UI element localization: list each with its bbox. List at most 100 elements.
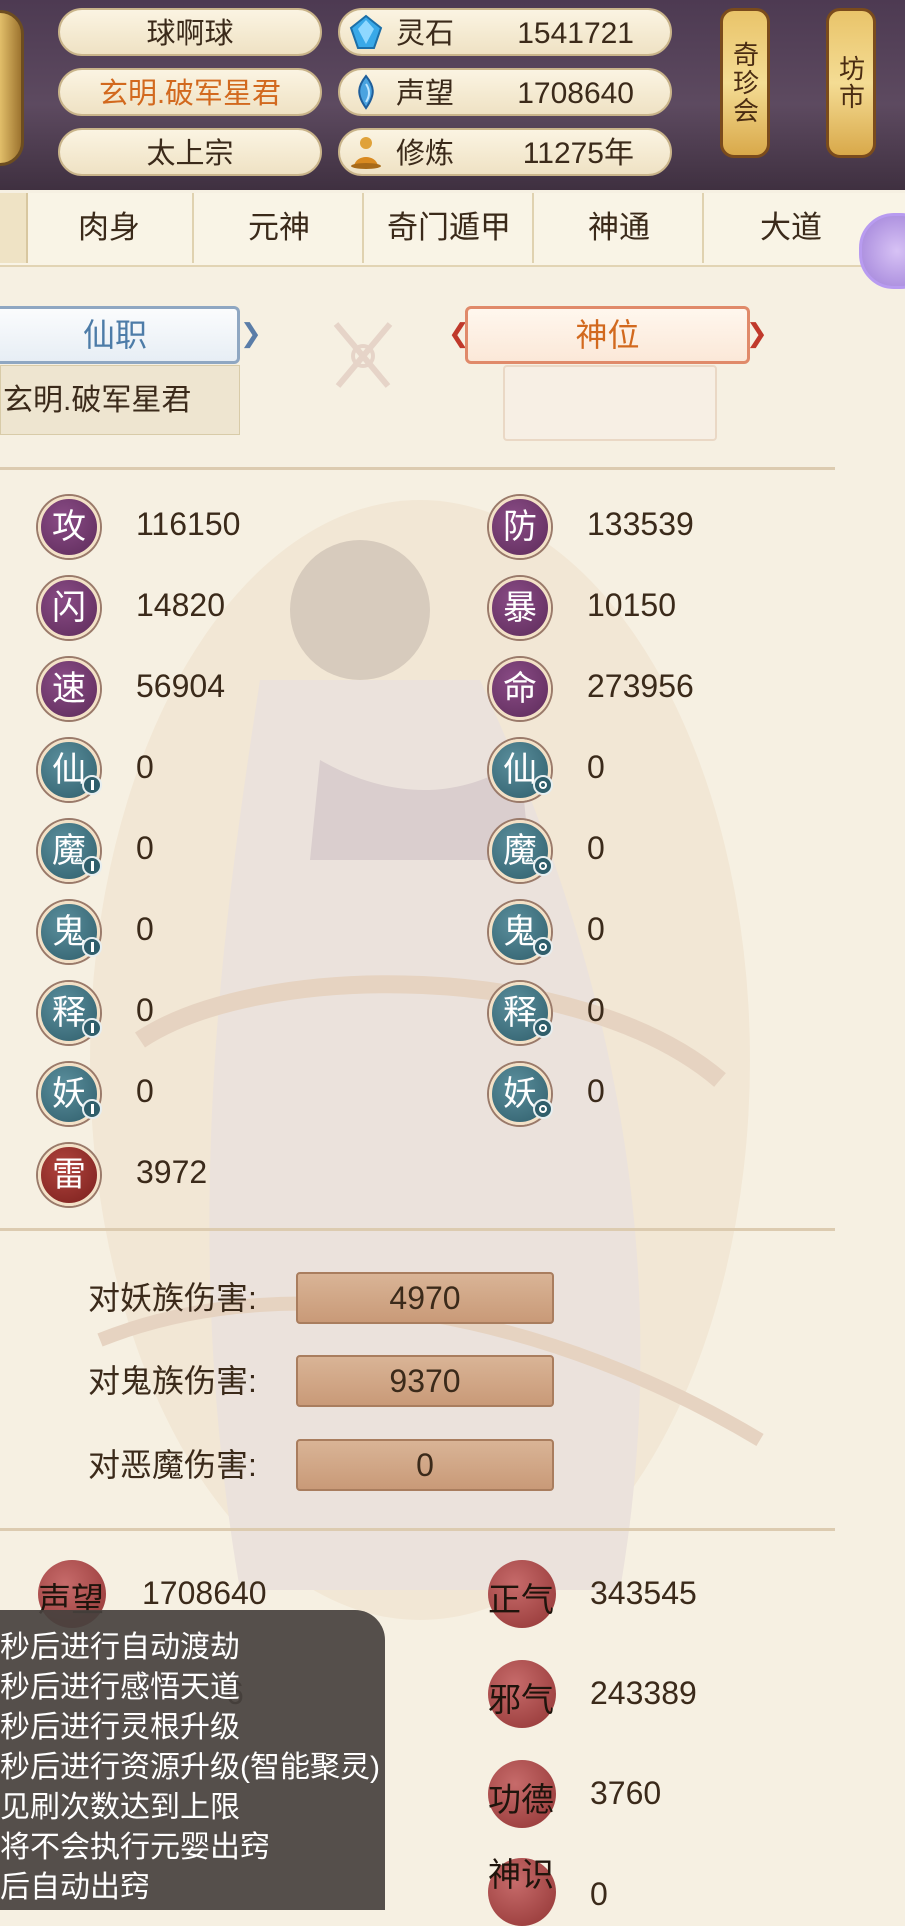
- currency-prestige: 声望 1708640: [338, 68, 672, 116]
- bottom-stat-label: 神识: [488, 1856, 554, 1893]
- stat-value: 14820: [136, 587, 225, 623]
- log-line: 秒后进行资源升级(智能聚灵): [0, 1751, 380, 1784]
- currency-label: 灵石: [396, 18, 455, 50]
- tab-partial[interactable]: [0, 193, 28, 263]
- attribute-tabs: 肉身 元神 奇门遁甲 神通 大道: [0, 193, 905, 289]
- divider: [0, 1228, 835, 1231]
- shield-icon[interactable]: [533, 856, 553, 876]
- stat-badge-health: 命: [489, 658, 551, 720]
- player-title-pill: 玄明.破军星君: [58, 68, 322, 116]
- stat-row: 鬼 0: [489, 901, 849, 967]
- auto-task-log: 秒后进行自动渡劫 秒后进行感悟天道 秒后进行灵根升级 秒后进行资源升级(智能聚灵…: [0, 1610, 385, 1910]
- stat-row: 释 0: [38, 982, 398, 1048]
- shield-icon[interactable]: [533, 937, 553, 957]
- stat-row: 闪 14820: [38, 577, 398, 643]
- shield-icon[interactable]: [533, 775, 553, 795]
- currency-cultivation: 修炼 11275年: [338, 128, 672, 176]
- xianzhi-value: 玄明.破军星君: [3, 384, 192, 417]
- stat-badge-crit: 暴: [489, 577, 551, 639]
- damage-label: 对鬼族伤害:: [88, 1363, 257, 1399]
- currency-label: 声望: [396, 78, 455, 110]
- shenwei-value-box: [503, 365, 717, 441]
- currency-value: 11275年: [522, 137, 634, 170]
- stat-row: 雷 3972: [38, 1144, 398, 1210]
- damage-value-box: 0: [296, 1439, 554, 1491]
- stat-row: 妖 0: [489, 1063, 849, 1129]
- log-line: 秒后进行感悟天道: [0, 1671, 240, 1704]
- currency-label: 修炼: [396, 138, 455, 170]
- damage-value-box: 4970: [296, 1272, 554, 1324]
- stat-value: 0: [136, 830, 154, 866]
- tab-yuanshen[interactable]: 元神: [196, 193, 364, 263]
- stat-badge-attack: 攻: [38, 496, 100, 558]
- stat-value: 0: [136, 992, 154, 1028]
- info-icon[interactable]: [82, 856, 102, 876]
- bottom-stat-label: 邪气: [488, 1681, 554, 1718]
- stat-row: 释 0: [489, 982, 849, 1048]
- shield-icon[interactable]: [533, 1018, 553, 1038]
- log-line: 见刷次数达到上限: [0, 1791, 240, 1824]
- stat-value: 273956: [587, 668, 694, 704]
- currency-value: 1708640: [517, 77, 634, 110]
- currency-value: 1541721: [517, 17, 634, 50]
- stat-badge-speed: 速: [38, 658, 100, 720]
- stat-value: 116150: [136, 506, 241, 542]
- stat-value: 0: [587, 1073, 605, 1109]
- stat-value: 0: [587, 749, 605, 785]
- avatar-frame[interactable]: [0, 10, 24, 166]
- bottom-stat-value: 243389: [590, 1675, 697, 1711]
- stat-value: 0: [587, 830, 605, 866]
- stat-value: 133539: [587, 506, 694, 542]
- shield-icon[interactable]: [533, 1099, 553, 1119]
- log-line: 秒后进行自动渡劫: [0, 1631, 240, 1664]
- xianzhi-label: 仙职: [82, 317, 147, 353]
- tab-shentong[interactable]: 神通: [536, 193, 704, 263]
- damage-label: 对妖族伤害:: [88, 1280, 257, 1316]
- stat-row: 魔 0: [38, 820, 398, 886]
- damage-label: 对恶魔伤害:: [88, 1447, 257, 1483]
- damage-value-box: 9370: [296, 1355, 554, 1407]
- top-bar: 球啊球 玄明.破军星君 太上宗 灵石 1541721 声望 1708640 修炼…: [0, 0, 905, 190]
- divider: [0, 467, 835, 470]
- crossed-swords-icon: [333, 322, 393, 388]
- info-icon[interactable]: [82, 1099, 102, 1119]
- tab-qimendunjia[interactable]: 奇门遁甲: [366, 193, 534, 263]
- info-icon[interactable]: [82, 1018, 102, 1038]
- info-icon[interactable]: [82, 775, 102, 795]
- info-icon[interactable]: [82, 937, 102, 957]
- stat-value: 0: [587, 992, 605, 1028]
- shop-label: 坊市: [835, 55, 866, 111]
- xianzhi-value-box: 玄明.破军星君: [0, 365, 240, 435]
- stat-value: 0: [136, 749, 154, 785]
- chevron-right-icon: ❯: [240, 318, 262, 348]
- sect-pill: 太上宗: [58, 128, 322, 176]
- sect-name: 太上宗: [146, 138, 234, 170]
- shop-label: 奇珍会: [729, 41, 760, 125]
- currency-spirit-stone: 灵石 1541721: [338, 8, 672, 56]
- tab-dadao[interactable]: 大道: [706, 193, 876, 263]
- stat-row: 仙 0: [38, 739, 398, 805]
- log-line: 后自动出窍: [0, 1871, 150, 1904]
- bottom-stat-label: 功德: [488, 1781, 554, 1818]
- cultivation-icon: [348, 134, 384, 170]
- stat-row: 鬼 0: [38, 901, 398, 967]
- shop-fangshi-button[interactable]: 坊市: [826, 8, 876, 158]
- stat-row: 防 133539: [489, 496, 849, 562]
- prestige-icon: [348, 74, 384, 110]
- xianzhi-tab[interactable]: 仙职: [0, 306, 240, 364]
- stat-row: 暴 10150: [489, 577, 849, 643]
- player-title: 玄明.破军星君: [98, 78, 282, 110]
- bottom-stat-label: 正气: [488, 1581, 554, 1618]
- divider: [0, 1528, 835, 1531]
- stat-value: 0: [587, 911, 605, 947]
- shop-qizhenhui-button[interactable]: 奇珍会: [720, 8, 770, 158]
- stat-value: 10150: [587, 587, 676, 623]
- spirit-stone-icon: [348, 14, 384, 50]
- stat-badge-dodge: 闪: [38, 577, 100, 639]
- tab-roushen[interactable]: 肉身: [26, 193, 194, 263]
- stat-badge-thunder: 雷: [38, 1144, 100, 1206]
- stat-value: 0: [136, 1073, 154, 1109]
- shenwei-tab[interactable]: 神位: [465, 306, 750, 364]
- shenwei-label: 神位: [575, 317, 640, 353]
- stat-row: 仙 0: [489, 739, 849, 805]
